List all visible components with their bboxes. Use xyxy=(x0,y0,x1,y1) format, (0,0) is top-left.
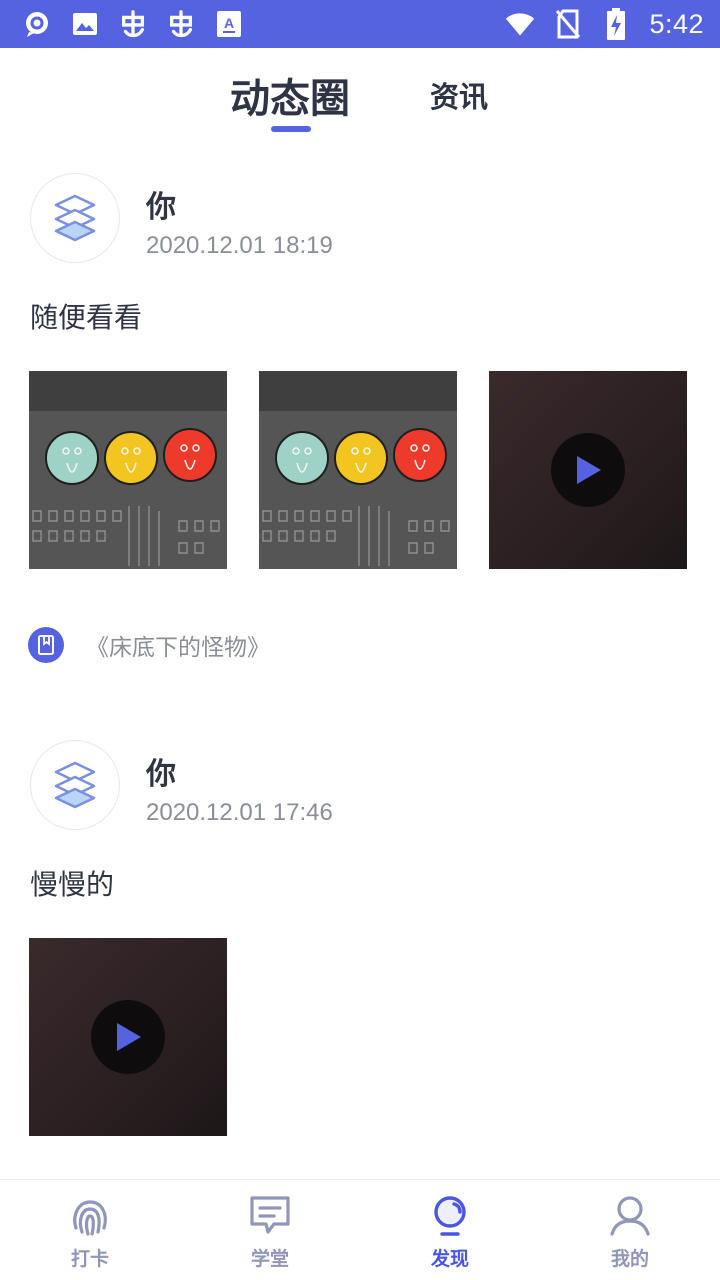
bug-icon xyxy=(166,9,196,39)
layers-logo-icon xyxy=(54,194,96,242)
nav-item-me[interactable]: 我的 xyxy=(540,1180,720,1280)
tab-moments[interactable]: 动态圈 xyxy=(230,66,350,124)
active-tab-indicator xyxy=(271,126,311,132)
bookmark-icon xyxy=(28,627,64,663)
post-video[interactable] xyxy=(489,371,687,569)
bottom-nav: 打卡 学堂 发现 我的 xyxy=(0,1179,720,1280)
author-name: 你 xyxy=(146,190,176,225)
battery-charging-icon xyxy=(601,8,631,40)
book-title: 《床底下的怪物》 xyxy=(86,635,270,661)
layers-logo-icon xyxy=(54,761,96,809)
nav-label: 打卡 xyxy=(70,1248,109,1270)
nav-label: 学堂 xyxy=(250,1248,289,1270)
chat-bubble-icon xyxy=(22,9,52,39)
avatar[interactable] xyxy=(30,740,120,830)
fingerprint-icon xyxy=(68,1194,112,1238)
image-icon xyxy=(70,9,100,39)
tab-news[interactable]: 资讯 xyxy=(430,74,488,116)
top-tabs: 动态圈 资讯 xyxy=(0,48,720,144)
no-sim-icon xyxy=(553,9,583,39)
message-board-icon xyxy=(248,1194,292,1238)
bug-icon xyxy=(118,9,148,39)
post-time: 2020.12.01 17:46 xyxy=(146,799,333,826)
nav-label: 我的 xyxy=(610,1248,649,1270)
svg-text:A: A xyxy=(224,15,234,31)
font-a-icon: A xyxy=(214,9,244,39)
nav-label: 发现 xyxy=(430,1248,469,1270)
post-video[interactable] xyxy=(29,938,227,1136)
post-photo[interactable] xyxy=(29,371,227,569)
wifi-icon xyxy=(505,9,535,39)
author-name: 你 xyxy=(146,757,176,792)
book-tag[interactable]: 《床底下的怪物》 xyxy=(28,627,270,663)
status-bar: A 5:42 xyxy=(0,0,720,48)
post-time: 2020.12.01 18:19 xyxy=(146,232,333,259)
notification-icons: A xyxy=(22,8,244,40)
nav-item-checkin[interactable]: 打卡 xyxy=(0,1180,180,1280)
avatar[interactable] xyxy=(30,173,120,263)
lightbulb-icon xyxy=(428,1194,472,1238)
post-photo[interactable] xyxy=(259,371,457,569)
clock: 5:42 xyxy=(649,8,704,39)
post-text: 慢慢的 xyxy=(30,868,115,901)
post-text: 随便看看 xyxy=(30,301,143,334)
play-icon[interactable] xyxy=(551,433,625,507)
system-icons: 5:42 xyxy=(505,8,704,40)
play-icon[interactable] xyxy=(91,1000,165,1074)
nav-item-school[interactable]: 学堂 xyxy=(180,1180,360,1280)
nav-item-discover[interactable]: 发现 xyxy=(360,1180,540,1280)
person-icon xyxy=(608,1194,652,1238)
